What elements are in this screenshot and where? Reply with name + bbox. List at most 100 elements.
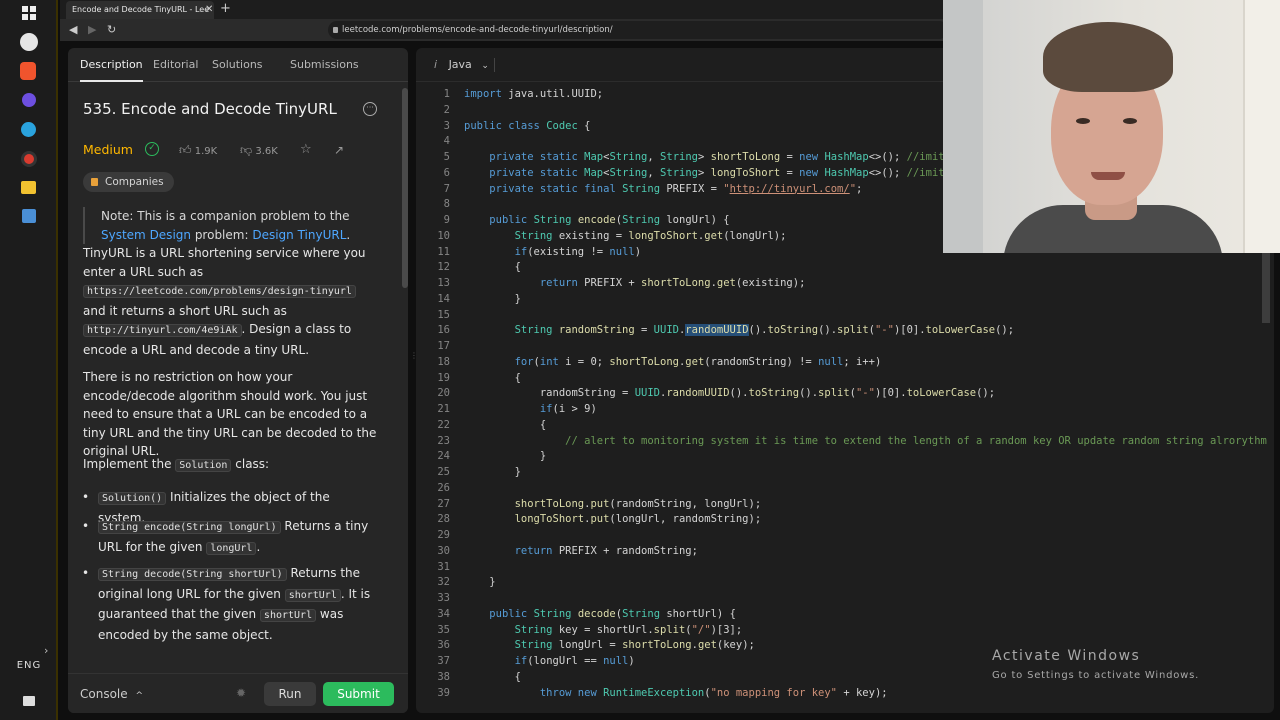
line-number: 3: [443, 119, 450, 132]
code-line[interactable]: 12 {: [416, 260, 1274, 276]
code-line[interactable]: 23 // alert to monitoring system it is t…: [416, 434, 1274, 450]
code-line[interactable]: 29: [416, 528, 1274, 544]
note-suffix: .: [346, 227, 351, 242]
code-line[interactable]: 13 return PREFIX + shortToLong.get(exist…: [416, 276, 1274, 292]
share-icon[interactable]: ↗: [334, 142, 344, 158]
line-content: throw new RuntimeException("no mapping f…: [539, 686, 888, 699]
line-number: 12: [437, 261, 450, 274]
line-content: {: [464, 261, 521, 274]
panel-resize-handle[interactable]: ⋮: [410, 351, 418, 365]
list-item: String encode(String longUrl) Returns a …: [82, 517, 378, 558]
code-line[interactable]: 24 }: [416, 449, 1274, 465]
activation-watermark: Activate Windows Go to Settings to activ…: [992, 648, 1198, 681]
like-button[interactable]: 👍︎ 1.9K: [179, 142, 217, 160]
line-number: 27: [437, 497, 450, 510]
star-icon[interactable]: ☆: [300, 142, 312, 158]
new-tab-icon[interactable]: +: [220, 0, 231, 18]
editor-scrollbar[interactable]: [1262, 253, 1270, 703]
notification-icon[interactable]: [23, 696, 35, 706]
line-content: for(int i = 0; shortToLong.get(randomStr…: [514, 355, 882, 368]
code-line[interactable]: 17: [416, 339, 1274, 355]
back-icon[interactable]: ◀: [69, 21, 77, 39]
code-line[interactable]: 33: [416, 591, 1274, 607]
windows-taskbar: › ENG: [0, 0, 58, 720]
code-line[interactable]: 22 {: [416, 418, 1274, 434]
line-content: }: [464, 466, 521, 478]
line-content: if(longUrl == null): [514, 655, 635, 667]
line-number: 19: [437, 371, 450, 384]
console-toggle[interactable]: Console ^: [80, 684, 143, 706]
tab-solutions[interactable]: Solutions: [212, 48, 263, 82]
system-design-link[interactable]: System Design: [101, 228, 191, 242]
windows-start-icon[interactable]: [22, 6, 36, 20]
forward-icon[interactable]: ▶: [88, 21, 96, 39]
bullet-code: Solution(): [98, 492, 167, 505]
brave-browser-icon[interactable]: [20, 62, 36, 80]
companies-button[interactable]: Companies: [83, 172, 174, 192]
line-number: 23: [437, 434, 450, 447]
scrollbar-thumb[interactable]: [1262, 253, 1270, 323]
code-line[interactable]: 20 randomString = UUID.randomUUID().toSt…: [416, 386, 1274, 402]
run-button[interactable]: Run: [264, 682, 316, 706]
code-line[interactable]: 28 longToShort.put(longUrl, randomString…: [416, 512, 1274, 528]
line-content: import java.util.UUID;: [464, 88, 604, 100]
debug-icon[interactable]: ✹: [236, 686, 246, 700]
language-label: Java: [448, 58, 472, 71]
line-number: 10: [437, 229, 450, 242]
code-line[interactable]: 14 }: [416, 292, 1274, 308]
close-tab-icon[interactable]: ✕: [205, 1, 213, 19]
line-content: longToShort.put(longUrl, randomString);: [514, 513, 762, 526]
bullet-code: String decode(String shortUrl): [98, 568, 287, 581]
code-line[interactable]: 15: [416, 308, 1274, 324]
description-scrollbar[interactable]: [402, 88, 408, 708]
tab-submissions[interactable]: Submissions: [290, 48, 359, 82]
code-line[interactable]: 21 if(i > 9): [416, 402, 1274, 418]
code-line[interactable]: 26: [416, 481, 1274, 497]
app-icon-1[interactable]: [20, 33, 38, 51]
line-content: shortToLong.put(randomString, longUrl);: [514, 497, 762, 510]
code-line[interactable]: 37 if(longUrl == null): [416, 654, 1274, 670]
code-line[interactable]: 35 String key = shortUrl.split("/")[3];: [416, 623, 1274, 639]
reload-icon[interactable]: ↻: [107, 21, 116, 39]
design-tinyurl-link[interactable]: Design TinyURL: [252, 228, 346, 242]
code-line[interactable]: 36 String longUrl = shortToLong.get(key)…: [416, 638, 1274, 654]
code-line[interactable]: 34 public String decode(String shortUrl)…: [416, 607, 1274, 623]
chevron-right-icon[interactable]: ›: [44, 644, 48, 657]
tab-editorial[interactable]: Editorial: [153, 48, 198, 82]
telegram-icon[interactable]: [21, 122, 36, 137]
app-icon-7[interactable]: [22, 209, 36, 223]
code-line[interactable]: 19 {: [416, 371, 1274, 387]
line-number: 24: [437, 450, 450, 463]
line-number: 20: [437, 387, 450, 400]
line-number: 5: [443, 151, 450, 163]
chrome-icon[interactable]: [21, 151, 37, 167]
browser-tab[interactable]: Encode and Decode TinyURL - Lee ✕: [66, 1, 214, 19]
more-options-icon[interactable]: ···: [363, 102, 377, 116]
url-text: leetcode.com/problems/encode-and-decode-…: [342, 25, 613, 35]
line-number: 15: [437, 308, 450, 321]
language-select[interactable]: i Java ⌄: [434, 56, 489, 75]
webcam-window-frame: [943, 0, 983, 253]
line-content: if(i > 9): [539, 403, 597, 415]
submit-button[interactable]: Submit: [323, 682, 394, 706]
line-number: 8: [443, 198, 450, 211]
watermark-subtitle: Go to Settings to activate Windows.: [992, 670, 1200, 681]
file-explorer-icon[interactable]: [21, 181, 36, 194]
line-number: 39: [437, 686, 450, 699]
line-number: 21: [437, 403, 450, 415]
code-line[interactable]: 18 for(int i = 0; shortToLong.get(random…: [416, 355, 1274, 371]
code-line[interactable]: 25 }: [416, 465, 1274, 481]
language-indicator[interactable]: ENG: [0, 660, 58, 671]
scrollbar-thumb[interactable]: [402, 88, 408, 288]
code-line[interactable]: 30 return PREFIX + randomString;: [416, 544, 1274, 560]
app-icon-3[interactable]: [22, 93, 36, 107]
code-line[interactable]: 39 throw new RuntimeException("no mappin…: [416, 686, 1274, 702]
dislike-button[interactable]: 👎︎ 3.6K: [240, 142, 278, 160]
code-line[interactable]: 32 }: [416, 575, 1274, 591]
code-line[interactable]: 16 String randomString = UUID.randomUUID…: [416, 323, 1274, 339]
code-line[interactable]: 31: [416, 560, 1274, 576]
p3-text-a: Implement the: [83, 457, 176, 471]
code-line[interactable]: 27 shortToLong.put(randomString, longUrl…: [416, 497, 1274, 513]
address-bar[interactable]: leetcode.com/problems/encode-and-decode-…: [328, 21, 948, 39]
tab-description[interactable]: Description: [80, 48, 143, 82]
